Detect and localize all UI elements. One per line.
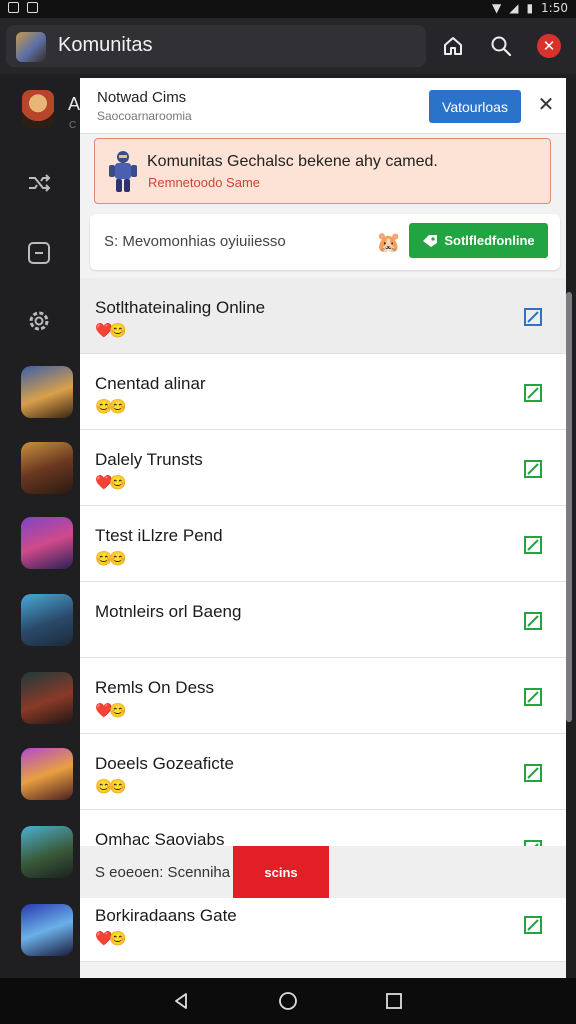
- game-title: Borkiradaans Gate: [95, 906, 237, 925]
- game-list-panel: Notwad Cims Saocoarnaroomia Vatourloas ✕…: [80, 78, 566, 978]
- reaction-badges: ❤️😊: [95, 930, 127, 946]
- game-title: Sotlthateinaling Online: [95, 298, 266, 317]
- set-online-label: Sotlfledfonline: [444, 233, 535, 248]
- back-button[interactable]: [168, 988, 194, 1014]
- list-item[interactable]: Remls On Dess ❤️😊: [80, 658, 566, 734]
- game-title: Doeels Gozeaficte: [95, 754, 234, 773]
- wifi-icon: ▼: [491, 1, 502, 15]
- set-online-button[interactable]: Sotlfledfonline: [409, 223, 548, 258]
- home-button[interactable]: [435, 28, 471, 64]
- app-logo: [16, 32, 46, 62]
- notification-icon: [8, 2, 19, 13]
- overlay-action-button[interactable]: scins: [233, 846, 329, 898]
- game-thumb-6[interactable]: [21, 748, 73, 800]
- mascot-icon: 🐹: [376, 232, 401, 254]
- reaction-badges: 😊😊: [95, 778, 127, 794]
- status-bar: ▼ ◢ ▮ 1:50: [0, 0, 576, 18]
- list-item[interactable]: Dalely Trunsts ❤️😊: [80, 430, 566, 506]
- game-thumb-7[interactable]: [21, 826, 73, 878]
- alert-banner[interactable]: Komunitas Gechalsc bekene ahy camed. Rem…: [94, 138, 551, 204]
- checkbox-icon[interactable]: [524, 764, 542, 782]
- status-search-card: S: Mevomonhias oyiuiiesso 🐹 Sotlfledfonl…: [90, 214, 560, 270]
- recents-button[interactable]: [381, 988, 407, 1014]
- list-item[interactable]: Ttest iLlzre Pend 😊😊: [80, 506, 566, 582]
- search-button[interactable]: [483, 28, 519, 64]
- game-thumb-4[interactable]: [21, 594, 73, 646]
- reaction-badges: 😊😊: [95, 550, 127, 566]
- sidebar-header-label: A: [68, 94, 81, 114]
- status-time: 1:50: [541, 1, 568, 15]
- status-search-label: S: Mevomonhias oyiuiiesso: [104, 233, 286, 250]
- title-pill: Komunitas: [6, 25, 426, 67]
- notification-close-button[interactable]: ✕: [534, 92, 558, 116]
- notification-subtitle: Saocoarnaroomia: [97, 109, 192, 123]
- game-thumb-3[interactable]: [21, 517, 73, 569]
- list-item[interactable]: Motnleirs orl Baeng: [80, 582, 566, 658]
- home-circle-icon: [279, 992, 297, 1010]
- sidebar: A C: [0, 74, 80, 978]
- scrollbar[interactable]: [566, 292, 572, 722]
- close-app-button[interactable]: ✕: [531, 28, 567, 64]
- list-item[interactable]: Sotlthateinaling Online ❤️😊: [80, 278, 566, 354]
- game-thumb-8[interactable]: [21, 904, 73, 956]
- app-bar: Komunitas ✕: [0, 18, 576, 74]
- sidebar-header-sub: C: [69, 120, 77, 131]
- list-item[interactable]: Cnentad alinar 😊😊: [80, 354, 566, 430]
- game-title: Cnentad alinar: [95, 374, 206, 393]
- battery-icon: ▮: [526, 1, 534, 15]
- game-thumb-2[interactable]: [21, 442, 73, 494]
- shuffle-icon[interactable]: [24, 168, 54, 198]
- search-icon: [491, 36, 512, 57]
- settings-icon[interactable]: [24, 306, 54, 336]
- game-title: Remls On Dess: [95, 678, 215, 697]
- overlay-label: S eoeoen: Scenniha: [95, 864, 231, 881]
- square-icon[interactable]: [24, 238, 54, 268]
- checkbox-icon[interactable]: [524, 688, 542, 706]
- reaction-badges: ❤️😊: [95, 322, 127, 338]
- checkbox-icon[interactable]: [524, 916, 542, 934]
- notification-title: Notwad Cims: [97, 89, 187, 106]
- checkbox-icon[interactable]: [524, 384, 542, 402]
- notification-action-button[interactable]: Vatourloas: [429, 90, 521, 123]
- game-title: Motnleirs orl Baeng: [95, 602, 242, 621]
- reaction-badges: ❤️😊: [95, 702, 127, 718]
- checkbox-icon[interactable]: [524, 308, 542, 326]
- game-thumb-1[interactable]: [21, 366, 73, 418]
- checkbox-icon[interactable]: [524, 536, 542, 554]
- home-icon: [444, 37, 462, 55]
- alert-subtitle: Remnetoodo Same: [148, 175, 261, 190]
- game-title: Dalely Trunsts: [95, 450, 203, 469]
- search-overlay-bar: S eoeoen: Scenniha scins: [80, 846, 566, 898]
- character-icon: [109, 151, 137, 192]
- back-icon: [175, 993, 187, 1009]
- notification-card: Notwad Cims Saocoarnaroomia Vatourloas ✕: [80, 78, 566, 134]
- close-icon: ✕: [537, 34, 561, 58]
- system-nav-bar: [0, 978, 576, 1024]
- alert-title: Komunitas Gechalsc bekene ahy camed.: [147, 153, 438, 170]
- checkbox-icon[interactable]: [524, 612, 542, 630]
- tag-icon: [423, 234, 438, 247]
- list-item[interactable]: Doeels Gozeaficte 😊😊: [80, 734, 566, 810]
- close-icon: ✕: [537, 92, 555, 116]
- signal-icon: ◢: [509, 1, 519, 15]
- recents-icon: [386, 993, 402, 1009]
- game-title: Ttest iLlzre Pend: [95, 526, 223, 545]
- checkbox-icon[interactable]: [524, 460, 542, 478]
- home-nav-button[interactable]: [275, 988, 301, 1014]
- gallery-icon: [27, 2, 38, 13]
- avatar[interactable]: [22, 90, 54, 128]
- app-title: Komunitas: [58, 34, 153, 56]
- reaction-badges: 😊😊: [95, 398, 127, 414]
- reaction-badges: ❤️😊: [95, 474, 127, 490]
- game-thumb-5[interactable]: [21, 672, 73, 724]
